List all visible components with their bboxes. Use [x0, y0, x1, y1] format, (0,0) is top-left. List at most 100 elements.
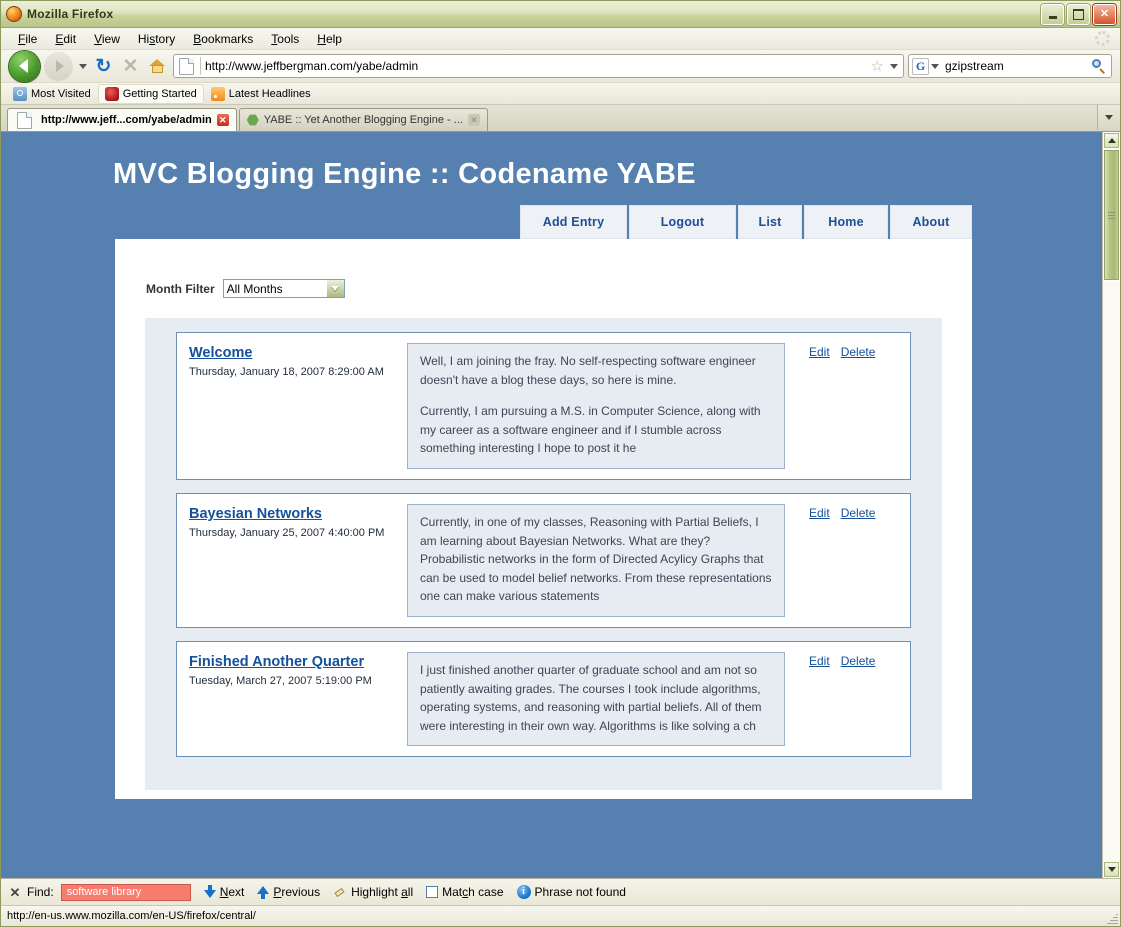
firefox-logo-icon: [6, 6, 22, 22]
nav-about[interactable]: About: [890, 205, 972, 239]
find-input[interactable]: software library: [60, 883, 191, 901]
back-button[interactable]: [9, 50, 40, 82]
stop-button[interactable]: ✕: [119, 55, 142, 78]
tab-list-button[interactable]: [1097, 105, 1120, 130]
entry-date: Thursday, January 18, 2007 8:29:00 AM: [189, 366, 384, 378]
tab-yabe[interactable]: YABE :: Yet Another Blogging Engine - ..…: [238, 108, 488, 131]
tab-bar: http://www.jeff...com/yabe/admin ✕ YABE …: [1, 105, 1120, 132]
minimize-button[interactable]: [1041, 4, 1064, 25]
menu-help[interactable]: Help: [308, 30, 351, 48]
entry-title-link[interactable]: Welcome: [189, 345, 252, 361]
entry-title-link[interactable]: Finished Another Quarter: [189, 654, 364, 670]
highlight-all-button[interactable]: Highlight all: [333, 885, 413, 899]
find-bar: ✕ Find: software library Next Previous H…: [1, 878, 1120, 905]
tab-admin[interactable]: http://www.jeff...com/yabe/admin ✕: [7, 108, 237, 131]
entry-actions: Edit Delete: [785, 652, 910, 668]
entry-actions: Edit Delete: [785, 504, 910, 520]
getting-started-icon: [104, 86, 119, 101]
page-icon: [17, 111, 32, 129]
url-dropdown-icon[interactable]: [888, 64, 900, 69]
entry-title-link[interactable]: Bayesian Networks: [189, 506, 322, 522]
menu-edit[interactable]: Edit: [46, 30, 85, 48]
entry-paragraph: Well, I am joining the fray. No self-res…: [420, 354, 756, 387]
maximize-button[interactable]: [1067, 4, 1090, 25]
title-bar: Mozilla Firefox ✕: [1, 1, 1120, 28]
entry-body: Currently, in one of my classes, Reasoni…: [407, 503, 785, 617]
highlighter-icon: [333, 886, 347, 898]
scroll-up-button[interactable]: [1103, 132, 1120, 149]
delete-link[interactable]: Delete: [841, 345, 876, 359]
month-filter-row: Month Filter All Months: [115, 239, 972, 318]
page-icon: [179, 57, 194, 75]
delete-link[interactable]: Delete: [841, 654, 876, 668]
site-favicon-icon: [246, 114, 259, 126]
tab-close-icon[interactable]: ✕: [467, 114, 480, 126]
delete-link[interactable]: Delete: [841, 506, 876, 520]
entry-body: I just finished another quarter of gradu…: [407, 651, 785, 747]
find-input-value: software library: [66, 886, 142, 898]
search-bar[interactable]: G gzipstream: [908, 54, 1112, 78]
search-input[interactable]: gzipstream: [945, 59, 1091, 73]
menu-tools[interactable]: Tools: [262, 30, 308, 48]
bookmark-most-visited[interactable]: Most Visited: [7, 85, 97, 103]
checkbox-icon[interactable]: [426, 886, 439, 898]
tab-close-icon[interactable]: ✕: [216, 114, 229, 126]
vertical-scrollbar[interactable]: [1102, 132, 1120, 878]
find-previous-button[interactable]: Previous: [257, 885, 320, 899]
forward-button[interactable]: [44, 51, 73, 81]
bookmark-latest-headlines[interactable]: Latest Headlines: [205, 85, 317, 103]
history-dropdown-icon[interactable]: [77, 64, 88, 69]
page-viewport: MVC Blogging Engine :: Codename YABE Add…: [1, 132, 1102, 878]
entry-list: Welcome Thursday, January 18, 2007 8:29:…: [145, 318, 942, 791]
menu-file[interactable]: File: [9, 30, 46, 48]
edit-link[interactable]: Edit: [809, 654, 830, 668]
entry-date: Tuesday, March 27, 2007 5:19:00 PM: [189, 674, 372, 687]
find-status: i Phrase not found: [516, 885, 626, 899]
menu-bar: File Edit View History Bookmarks Tools H…: [1, 28, 1120, 50]
bookmark-label: Latest Headlines: [228, 87, 311, 100]
nav-add-entry[interactable]: Add Entry: [520, 205, 627, 239]
tab-label: http://www.jeff...com/yabe/admin: [41, 114, 212, 126]
bookmark-label: Getting Started: [122, 87, 197, 100]
nav-list[interactable]: List: [738, 205, 802, 239]
month-filter-label: Month Filter: [146, 281, 215, 296]
browser-content: MVC Blogging Engine :: Codename YABE Add…: [1, 132, 1120, 878]
reload-button[interactable]: ↻: [92, 55, 115, 78]
nav-logout[interactable]: Logout: [629, 205, 736, 239]
url-separator: [200, 57, 201, 75]
edit-link[interactable]: Edit: [809, 506, 830, 520]
search-engine-dropdown-icon[interactable]: [929, 64, 941, 69]
tab-label: YABE :: Yet Another Blogging Engine - ..…: [263, 114, 463, 126]
close-button[interactable]: ✕: [1093, 4, 1116, 25]
scrollbar-track[interactable]: [1103, 149, 1120, 861]
home-button[interactable]: [146, 55, 169, 78]
entry-date: Thursday, January 25, 2007 4:40:00 PM: [189, 526, 385, 539]
entry-paragraph: Currently, in one of my classes, Reasoni…: [420, 514, 772, 604]
month-filter-select[interactable]: All Months: [222, 279, 345, 298]
scrollbar-thumb[interactable]: [1103, 149, 1120, 281]
entry-body: Well, I am joining the fray. No self-res…: [407, 343, 785, 469]
entry-row: Welcome Thursday, January 18, 2007 8:29:…: [176, 332, 911, 480]
bookmark-getting-started[interactable]: Getting Started: [98, 84, 203, 103]
entry-paragraph: Currently, I am pursuing a M.S. in Compu…: [420, 404, 761, 456]
entry-meta: Bayesian Networks Thursday, January 25, …: [177, 504, 407, 542]
menu-history[interactable]: History: [129, 30, 184, 48]
arrow-up-icon: [257, 885, 270, 899]
menu-bookmarks[interactable]: Bookmarks: [184, 30, 262, 48]
scroll-down-button[interactable]: [1103, 861, 1120, 878]
google-search-icon[interactable]: G: [912, 57, 929, 75]
search-icon[interactable]: [1091, 58, 1106, 74]
browser-window: Mozilla Firefox ✕ File Edit View History…: [0, 0, 1121, 927]
resize-grip-icon[interactable]: [1105, 911, 1118, 924]
match-case-checkbox[interactable]: Match case: [426, 885, 504, 899]
edit-link[interactable]: Edit: [809, 345, 830, 359]
close-icon[interactable]: ✕: [7, 886, 23, 899]
find-next-button[interactable]: Next: [203, 885, 244, 899]
url-bar[interactable]: http://www.jeffbergman.com/yabe/admin ☆: [173, 54, 904, 78]
menu-view[interactable]: View: [85, 30, 129, 48]
nav-home[interactable]: Home: [804, 205, 888, 239]
rss-icon: [210, 86, 225, 101]
navigation-toolbar: ↻ ✕ http://www.jeffbergman.com/yabe/admi…: [1, 50, 1120, 83]
bookmark-star-icon[interactable]: ☆: [871, 59, 884, 74]
chevron-down-icon[interactable]: [325, 280, 344, 297]
